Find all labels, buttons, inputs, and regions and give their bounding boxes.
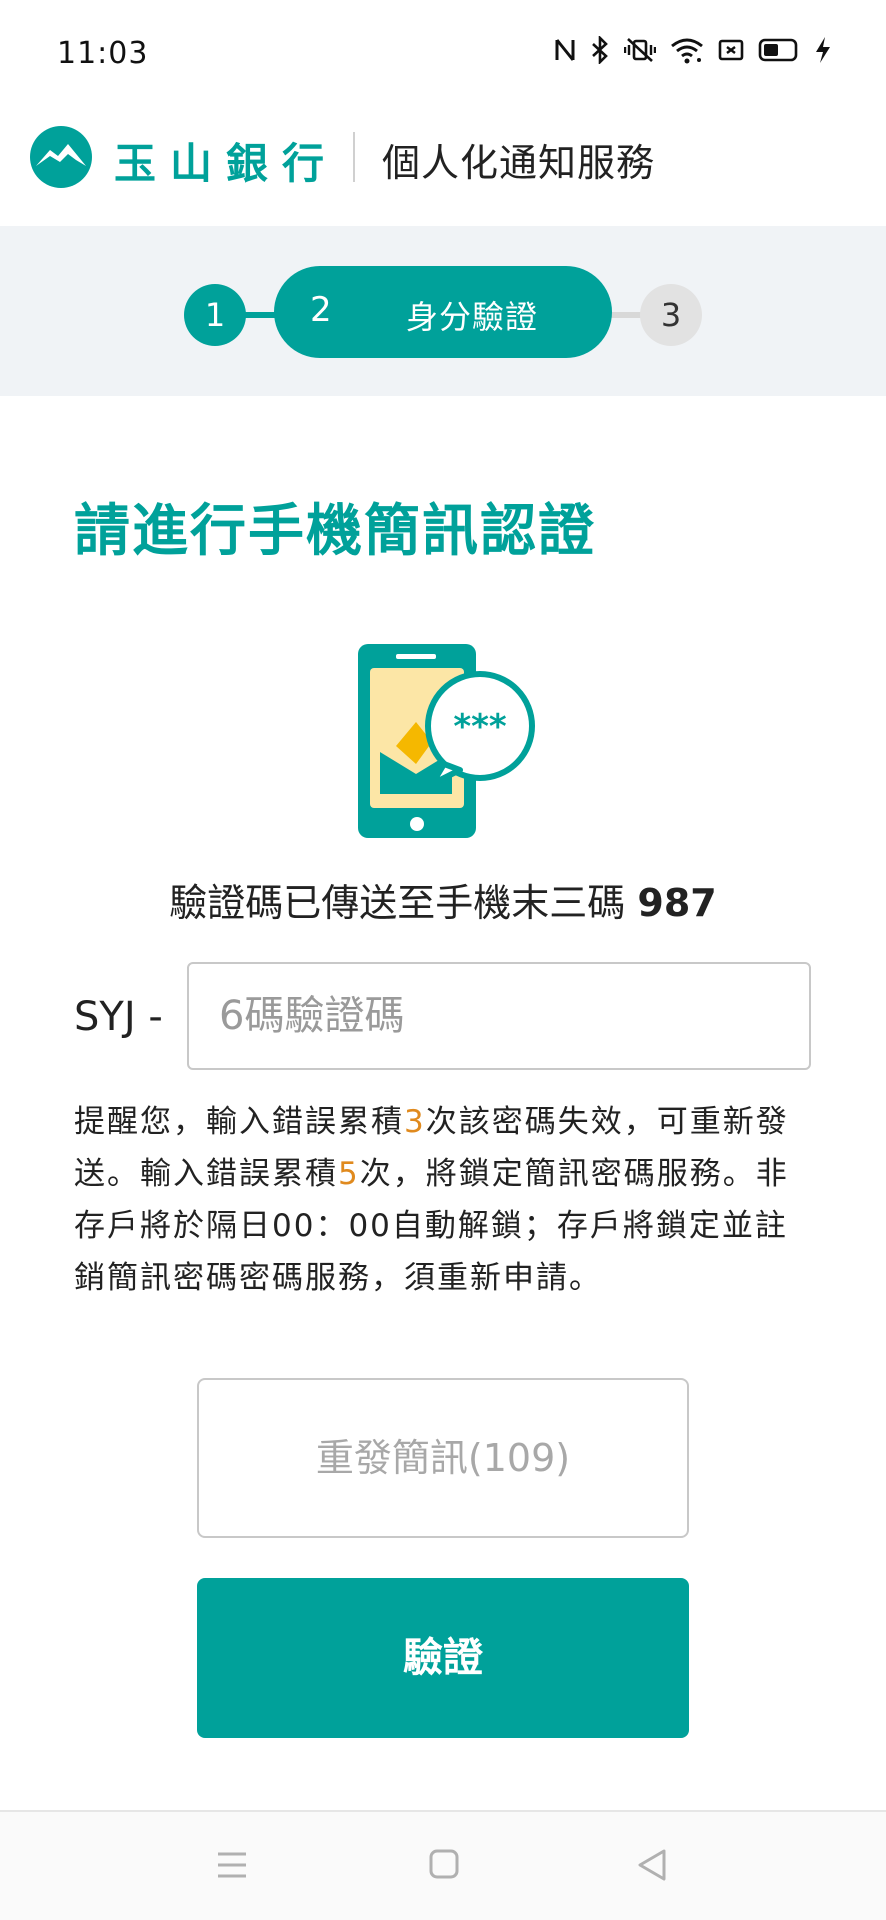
main-card: 請進行手機簡訊認證 *** 驗證碼已傳送至手機末三碼 987 SYJ - 提醒您… (0, 396, 886, 1810)
sms-phone-icon: *** (356, 642, 536, 842)
status-icons (554, 34, 832, 68)
notice-count-2: 5 (338, 1156, 360, 1192)
wifi-icon (670, 36, 704, 68)
menu-icon[interactable] (216, 1850, 248, 1884)
sim-icon (718, 37, 744, 67)
status-time: 11:03 (57, 36, 149, 71)
verification-code-input[interactable] (187, 962, 811, 1070)
app-header: 玉山銀行 個人化通知服務 (0, 106, 886, 226)
bank-name: 玉山銀行 (114, 139, 339, 188)
notice-count-1: 3 (404, 1104, 426, 1140)
notice-text: 提醒您，輸入錯誤累積3次該密碼失效，可重新發送。輸入錯誤累積5次，將鎖定簡訊密碼… (74, 1096, 814, 1304)
step-2-active: 2 身分驗證 (274, 266, 612, 358)
status-bar: 11:03 (0, 0, 886, 106)
bluetooth-icon (590, 34, 610, 68)
nfc-icon (554, 36, 576, 68)
svg-text:***: *** (453, 707, 507, 747)
home-icon[interactable] (428, 1848, 460, 1884)
code-sent-prefix: 驗證碼已傳送至手機末三碼 (169, 881, 638, 925)
step-3: 3 (640, 284, 702, 346)
phone-last-digits: 987 (637, 881, 717, 925)
notice-part-1: 提醒您，輸入錯誤累積 (74, 1104, 404, 1140)
charging-icon (814, 36, 832, 68)
stepper: 1 2 身分驗證 3 (0, 226, 886, 396)
resend-sms-button[interactable]: 重發簡訊(109) (197, 1378, 689, 1538)
vibrate-icon (623, 36, 657, 68)
system-nav-bar (0, 1810, 886, 1920)
service-title: 個人化通知服務 (382, 141, 656, 185)
page-title: 請進行手機簡訊認證 (74, 499, 596, 564)
step-1: 1 (184, 284, 246, 346)
header-divider (353, 132, 355, 182)
code-sent-message: 驗證碼已傳送至手機末三碼 987 (0, 872, 886, 927)
code-prefix: SYJ - (74, 994, 163, 1040)
verify-button[interactable]: 驗證 (197, 1578, 689, 1738)
step-2-number: 2 (310, 290, 332, 330)
step-2-label: 身分驗證 (406, 298, 539, 336)
back-icon[interactable] (636, 1848, 668, 1886)
bank-logo-icon (30, 126, 92, 188)
battery-icon (758, 37, 800, 67)
